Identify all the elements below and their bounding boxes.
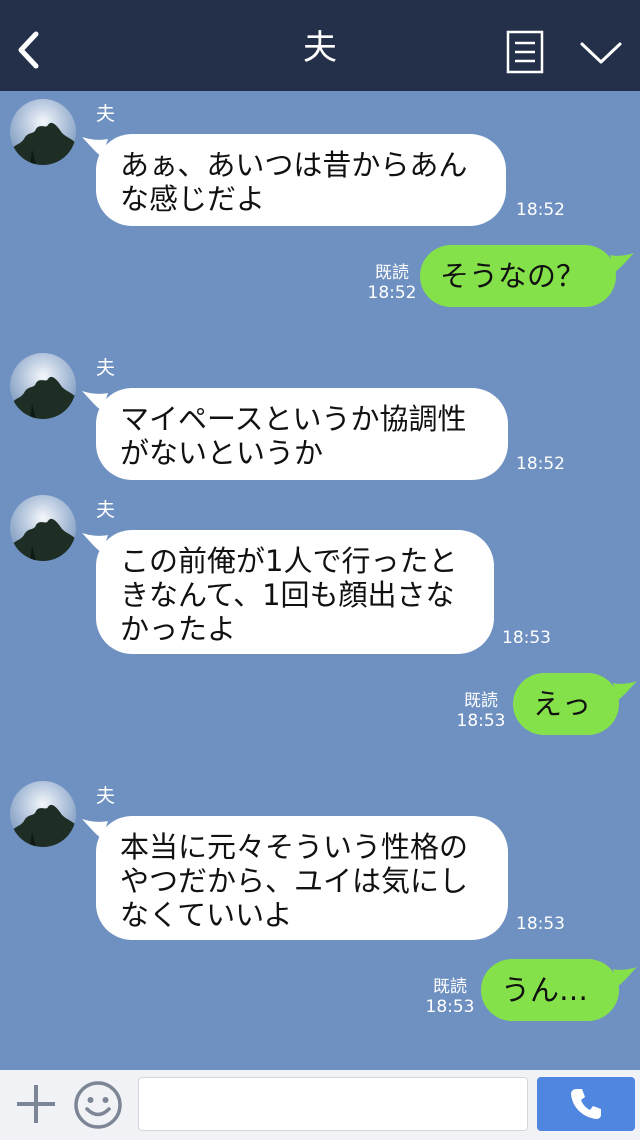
read-receipt: 既読 (375, 263, 409, 283)
message-meta: 既読 18:53 (424, 977, 476, 1017)
read-receipt: 既読 (464, 691, 498, 711)
message-time: 18:52 (516, 200, 565, 220)
sender-name: 夫 (96, 785, 116, 807)
sender-name: 夫 (96, 103, 116, 125)
call-button[interactable] (537, 1077, 635, 1131)
chat-title: 夫 (303, 28, 337, 68)
message-meta: 既読 18:53 (455, 691, 507, 731)
outgoing-message-bubble[interactable]: えっ (513, 673, 619, 735)
incoming-message-bubble[interactable]: この前俺が1人で行ったと きなんて、1回も顔出さな かったよ (96, 530, 494, 654)
avatar[interactable] (10, 353, 76, 419)
message-time: 18:53 (456, 711, 506, 731)
incoming-message-bubble[interactable]: あぁ、あいつは昔からあん な感じだよ (96, 134, 506, 226)
read-receipt: 既読 (433, 977, 467, 997)
sender-name: 夫 (96, 499, 116, 521)
outgoing-message-bubble[interactable]: うん… (481, 959, 619, 1021)
message-time: 18:53 (516, 914, 565, 934)
chat-timeline[interactable]: 夫あぁ、あいつは昔からあん な感じだよ 18:52 そうなの？ 既読 18:52 夫マイペ… (0, 91, 640, 1070)
sender-name: 夫 (96, 357, 116, 379)
input-bar (0, 1070, 640, 1140)
chevron-left-icon[interactable] (12, 28, 46, 72)
emoji-icon[interactable] (73, 1080, 123, 1130)
message-time: 18:52 (516, 454, 565, 474)
plus-icon[interactable] (14, 1082, 58, 1126)
message-input[interactable] (138, 1077, 528, 1131)
phone-icon (571, 1089, 601, 1119)
message-meta: 既読 18:52 (366, 263, 418, 303)
outgoing-message-bubble[interactable]: そうなの？ (420, 245, 616, 307)
message-time: 18:52 (367, 283, 417, 303)
chevron-down-icon[interactable] (578, 38, 624, 68)
avatar[interactable] (10, 781, 76, 847)
notes-icon[interactable] (506, 30, 544, 74)
avatar[interactable] (10, 495, 76, 561)
incoming-message-bubble[interactable]: マイペースというか協調性 がないというか (96, 388, 508, 480)
chat-header: 夫 (0, 0, 640, 91)
message-time: 18:53 (425, 997, 475, 1017)
incoming-message-bubble[interactable]: 本当に元々そういう性格の やつだから、ユイは気にし なくていいよ (96, 816, 508, 940)
avatar[interactable] (10, 99, 76, 165)
message-time: 18:53 (502, 628, 551, 648)
